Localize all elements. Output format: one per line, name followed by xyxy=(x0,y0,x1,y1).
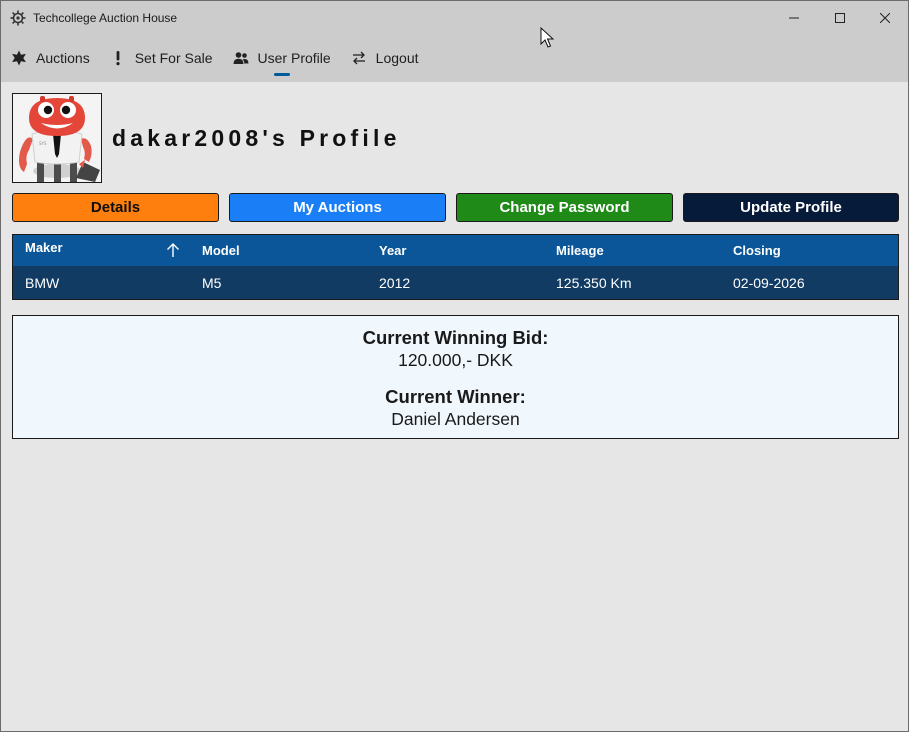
window-chrome: Techcollege Auction House Auctions Set F… xyxy=(1,1,908,82)
nav-label-set-for-sale: Set For Sale xyxy=(134,50,213,66)
nav-item-set-for-sale[interactable]: Set For Sale xyxy=(100,41,223,75)
maximize-icon xyxy=(835,13,845,23)
nav-item-user-profile[interactable]: User Profile xyxy=(223,41,341,76)
change-password-button[interactable]: Change Password xyxy=(456,193,673,222)
gear-star-icon xyxy=(11,50,27,66)
swap-arrows-icon xyxy=(351,50,367,66)
app-gear-icon xyxy=(10,10,26,26)
details-button[interactable]: Details xyxy=(12,193,219,222)
cell-closing: 02-09-2026 xyxy=(733,274,805,291)
current-winner-value: Daniel Andersen xyxy=(391,409,520,429)
users-icon xyxy=(233,50,249,66)
nav-label-auctions: Auctions xyxy=(36,50,90,66)
update-profile-button[interactable]: Update Profile xyxy=(683,193,899,222)
sort-ascending-icon[interactable] xyxy=(165,242,181,258)
cell-year: 2012 xyxy=(379,274,411,291)
close-button[interactable] xyxy=(862,1,908,35)
table-header: Maker Model Year Mileage Closing xyxy=(13,235,898,266)
current-winner-label: Current Winner: xyxy=(385,386,526,407)
mouse-cursor-icon xyxy=(540,27,554,48)
avatar: SYS xyxy=(12,93,102,183)
active-tab-indicator xyxy=(273,73,290,76)
column-header-closing[interactable]: Closing xyxy=(733,235,781,266)
cell-maker: BMW xyxy=(25,274,60,291)
robot-mascot-image: SYS xyxy=(13,94,101,182)
cell-mileage: 125.350 Km xyxy=(556,274,632,291)
winning-bid-value: 120.000,- DKK xyxy=(398,350,513,370)
nav-item-auctions[interactable]: Auctions xyxy=(1,41,100,75)
window-title: Techcollege Auction House xyxy=(33,11,178,25)
bid-info-panel: Current Winning Bid: 120.000,- DKK Curre… xyxy=(12,315,899,439)
maximize-button[interactable] xyxy=(817,1,863,35)
cell-model: M5 xyxy=(202,274,222,291)
table-row[interactable]: BMW M5 2012 125.350 Km 02-09-2026 xyxy=(13,266,898,299)
my-auctions-button[interactable]: My Auctions xyxy=(229,193,446,222)
nav-label-user-profile: User Profile xyxy=(257,50,331,66)
svg-text:SYS: SYS xyxy=(39,141,47,146)
minimize-button[interactable] xyxy=(771,1,817,35)
column-header-model[interactable]: Model xyxy=(202,235,240,266)
profile-title: dakar2008's Profile xyxy=(112,125,401,151)
minimize-icon xyxy=(789,17,799,19)
main-navigation: Auctions Set For Sale User Profile Logou… xyxy=(1,41,429,76)
title-bar[interactable]: Techcollege Auction House xyxy=(1,1,908,35)
auctions-table: Maker Model Year Mileage Closing BMW M5 … xyxy=(12,234,899,300)
exclamation-icon xyxy=(110,50,126,66)
column-header-maker[interactable]: Maker xyxy=(25,232,63,263)
app-window: Techcollege Auction House Auctions Set F… xyxy=(0,0,909,732)
column-header-mileage[interactable]: Mileage xyxy=(556,235,604,266)
column-header-year[interactable]: Year xyxy=(379,235,406,266)
nav-item-logout[interactable]: Logout xyxy=(341,41,429,75)
nav-label-logout: Logout xyxy=(375,50,419,66)
close-icon xyxy=(880,13,890,23)
winning-bid-label: Current Winning Bid: xyxy=(362,327,549,348)
